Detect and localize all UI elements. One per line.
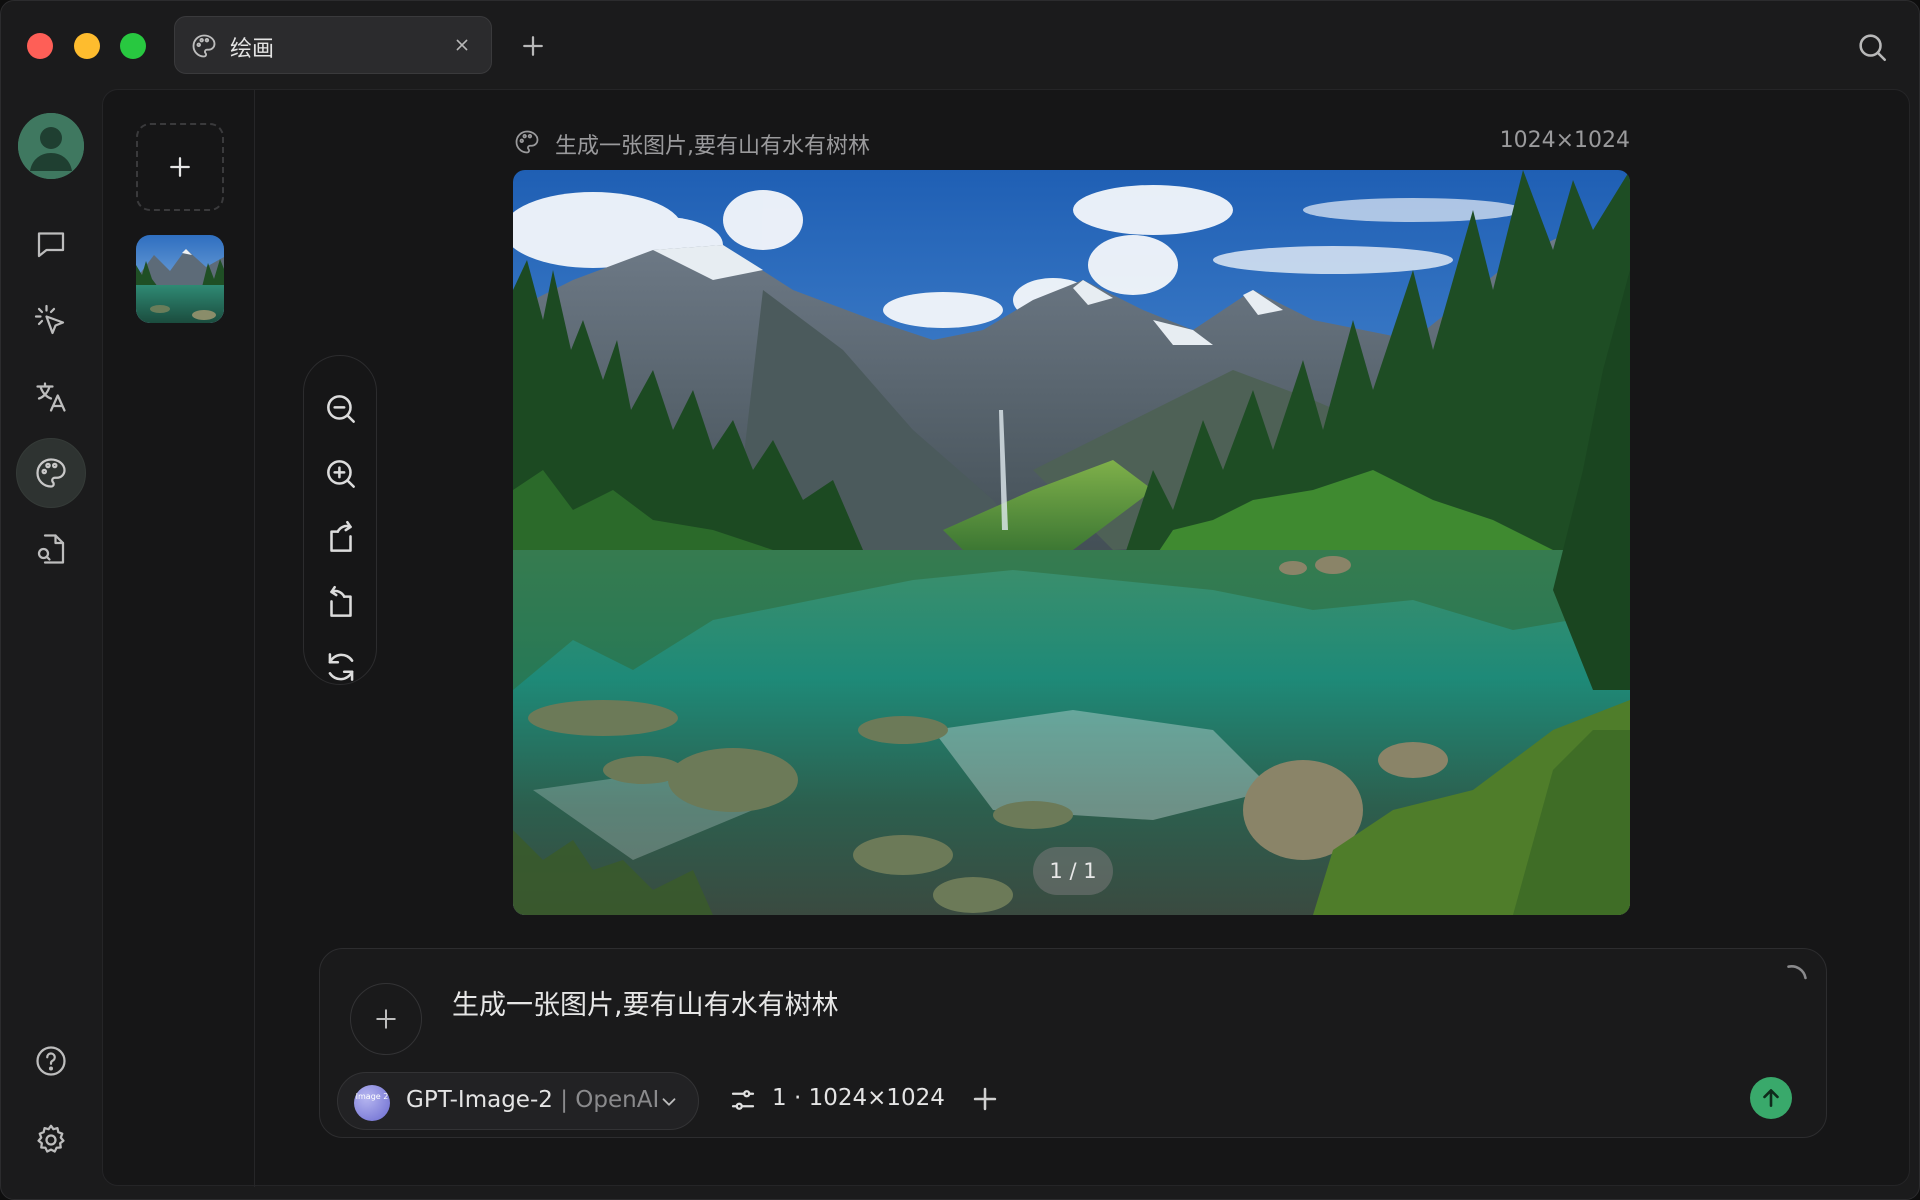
sidebar-item-help[interactable]: [16, 1026, 86, 1096]
gear-icon: [37, 1124, 65, 1153]
history-thumbnail[interactable]: [136, 235, 224, 323]
send-button[interactable]: [1750, 1077, 1792, 1119]
translate-icon: [36, 382, 66, 412]
prompt-header: 生成一张图片,要有山有水有树林 1024×1024: [513, 122, 1630, 162]
rotate-right-icon[interactable]: [322, 584, 360, 622]
tab-drawing[interactable]: 绘画: [174, 16, 492, 74]
new-tab-icon[interactable]: [518, 31, 548, 61]
magic-pointer-icon: [34, 304, 65, 335]
user-icon: [18, 113, 84, 179]
model-avatar: Image 2: [354, 1085, 390, 1121]
add-option-icon[interactable]: [968, 1082, 1002, 1116]
model-selector[interactable]: Image 2 GPT-Image-2 | OpenAI: [337, 1072, 699, 1130]
prompt-composer: 生成一张图片,要有山有水有树林 Image 2 GPT-Image-2 | Op…: [319, 948, 1827, 1138]
image-size-label: 1024×1024: [1499, 128, 1630, 153]
drawing-panel: 生成一张图片,要有山有水有树林 1024×1024 1 / 1 生成一张图片,要…: [102, 89, 1910, 1187]
new-drawing-button[interactable]: [136, 123, 224, 211]
chat-bubble-icon: [37, 232, 65, 258]
sidebar-item-agents[interactable]: [16, 286, 86, 356]
sidebar-item-drawing[interactable]: [16, 438, 86, 508]
rotate-left-icon[interactable]: [322, 519, 360, 557]
help-icon: [36, 1046, 66, 1076]
history-column: [103, 90, 255, 1187]
palette-icon: [36, 458, 66, 488]
chevron-down-icon: [662, 1098, 676, 1106]
generation-settings[interactable]: 1 · 1024×1024: [772, 1085, 945, 1111]
maximize-window-button[interactable]: [120, 33, 146, 59]
zoom-out-icon[interactable]: [322, 390, 360, 428]
reset-icon[interactable]: [322, 648, 360, 686]
sliders-icon[interactable]: [728, 1085, 758, 1115]
plus-icon: [170, 157, 190, 177]
title-bar: 绘画: [1, 1, 1919, 89]
mountain-lake-forest-image: [513, 170, 1630, 915]
landscape-thumbnail-image: [136, 235, 224, 323]
image-pager: 1 / 1: [1033, 847, 1113, 895]
loading-spinner-icon: [1787, 965, 1807, 980]
model-name: GPT-Image-2: [406, 1087, 553, 1113]
close-tab-icon[interactable]: [451, 34, 473, 56]
image-toolbar: [303, 355, 377, 685]
palette-icon: [515, 130, 539, 154]
user-avatar[interactable]: [18, 113, 84, 179]
tab-label: 绘画: [230, 37, 275, 62]
plus-icon: [376, 1009, 396, 1029]
file-search-icon: [37, 534, 65, 564]
palette-icon: [192, 34, 216, 58]
sidebar-item-settings[interactable]: [16, 1105, 86, 1175]
arrow-up-icon: [1763, 1089, 1779, 1107]
app-window: 绘画 生成一张图片,要有山有水有树林 1024×1024 1 / 1 生成一张图…: [0, 0, 1920, 1200]
prompt-text: 生成一张图片,要有山有水有树林: [555, 134, 870, 159]
prompt-input[interactable]: 生成一张图片,要有山有水有树林: [452, 983, 839, 1022]
generated-image[interactable]: [513, 170, 1630, 915]
minimize-window-button[interactable]: [74, 33, 100, 59]
sidebar-item-files[interactable]: [16, 514, 86, 584]
zoom-in-icon[interactable]: [322, 455, 360, 493]
attach-button[interactable]: [350, 983, 422, 1055]
model-provider: OpenAI: [575, 1087, 660, 1113]
model-label: GPT-Image-2 | OpenAI: [406, 1087, 659, 1113]
model-separator: |: [552, 1087, 576, 1113]
sidebar-item-translate[interactable]: [16, 362, 86, 432]
close-window-button[interactable]: [27, 33, 53, 59]
search-icon[interactable]: [1855, 30, 1889, 64]
sidebar-item-chat[interactable]: [16, 209, 86, 279]
